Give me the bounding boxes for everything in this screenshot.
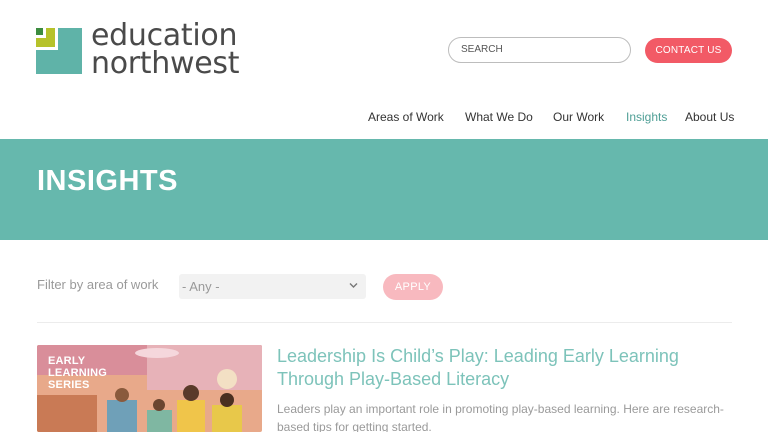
article-thumbnail[interactable]: EARLY LEARNING SERIES xyxy=(37,345,262,432)
site-logo[interactable]: education northwest xyxy=(36,21,240,81)
logo-mark-icon xyxy=(36,28,82,74)
article-description: Leaders play an important role in promot… xyxy=(277,402,724,432)
logo-line-2: northwest xyxy=(91,46,240,81)
area-of-work-select[interactable]: - Any - xyxy=(179,274,366,299)
thumbnail-label: EARLY LEARNING SERIES xyxy=(48,355,108,391)
nav-item-our-work[interactable]: Our Work xyxy=(553,110,604,124)
logo-wordmark: education northwest xyxy=(91,21,240,81)
nav-item-insights[interactable]: Insights xyxy=(626,110,667,124)
chevron-down-icon xyxy=(349,283,358,288)
search-input[interactable]: SEARCH xyxy=(448,37,631,63)
divider xyxy=(37,322,732,323)
filter-selected-value: - Any - xyxy=(182,279,220,294)
page-title: INSIGHTS xyxy=(37,165,178,197)
page-banner: INSIGHTS xyxy=(0,139,768,240)
filter-label: Filter by area of work xyxy=(37,277,159,292)
contact-us-button[interactable]: CONTACT US xyxy=(645,38,732,63)
nav-item-areas-of-work[interactable]: Areas of Work xyxy=(368,110,444,124)
site-header: education northwest SEARCH CONTACT US Ar… xyxy=(0,0,768,139)
nav-item-about-us[interactable]: About Us xyxy=(685,110,734,124)
article-title-link[interactable]: Leadership Is Child’s Play: Leading Earl… xyxy=(277,345,727,391)
apply-button[interactable]: APPLY xyxy=(383,274,443,300)
nav-item-what-we-do[interactable]: What We Do xyxy=(465,110,533,124)
